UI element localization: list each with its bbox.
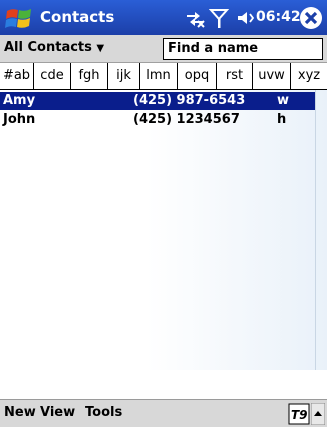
menu-new[interactable]: New [4, 405, 36, 420]
windows-start-icon[interactable] [4, 5, 34, 31]
title-bar: Contacts 06:42 [0, 0, 327, 35]
chevron-down-icon: ▼ [96, 43, 105, 54]
contact-phone-type: w [277, 93, 290, 108]
tab-ab[interactable]: #ab [0, 63, 34, 89]
tab-uvw[interactable]: uvw [253, 63, 291, 89]
alphabet-tabs: #ab cde fgh ijk lmn opq rst uvw xyz [0, 63, 327, 90]
contact-name: John [3, 112, 36, 127]
close-icon[interactable] [299, 6, 323, 30]
tab-lmn[interactable]: lmn [140, 63, 178, 89]
menu-tools[interactable]: Tools [85, 405, 122, 420]
tab-opq[interactable]: opq [178, 63, 217, 89]
list-divider [315, 90, 316, 370]
tab-rst[interactable]: rst [217, 63, 253, 89]
signal-icon[interactable] [209, 7, 229, 29]
contact-row-amy[interactable]: Amy (425) 987-6543 w [0, 92, 315, 110]
contact-phone-type: h [277, 112, 287, 127]
app-title: Contacts [40, 8, 115, 26]
category-dropdown[interactable]: All Contacts ▼ [4, 40, 104, 55]
tab-ijk[interactable]: ijk [108, 63, 140, 89]
find-name-input[interactable]: Find a name [163, 38, 323, 60]
svg-text:T9: T9 [291, 408, 308, 422]
contact-phone: (425) 1234567 [133, 112, 240, 127]
category-label: All Contacts [4, 40, 92, 55]
clock[interactable]: 06:42 [256, 9, 301, 25]
connectivity-icon[interactable] [183, 7, 207, 29]
input-panel-icon[interactable]: T9 [288, 403, 310, 425]
contact-name: Amy [3, 93, 36, 108]
menu-bar: New View Tools T9 [0, 399, 327, 427]
empty-area [0, 370, 327, 400]
filter-row: All Contacts ▼ Find a name [0, 35, 327, 63]
speaker-icon[interactable] [236, 9, 256, 27]
contact-phone: (425) 987-6543 [133, 93, 246, 108]
menu-view[interactable]: View [40, 405, 75, 420]
contact-list[interactable]: Amy (425) 987-6543 w John (425) 1234567 … [0, 90, 327, 370]
input-arrow-icon[interactable] [311, 403, 325, 425]
tab-xyz[interactable]: xyz [291, 63, 327, 89]
tab-fgh[interactable]: fgh [71, 63, 108, 89]
tab-cde[interactable]: cde [34, 63, 71, 89]
contact-row-john[interactable]: John (425) 1234567 h [0, 111, 315, 129]
